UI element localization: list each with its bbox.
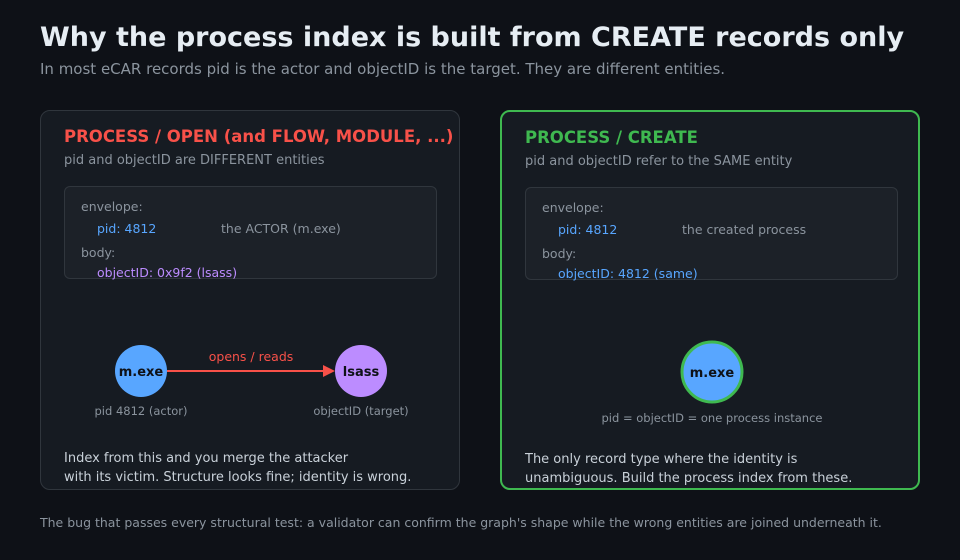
process-node-caption: pid = objectID = one process instance [602, 411, 823, 425]
create-foot-line-2: unambiguous. Build the process index fro… [525, 471, 853, 486]
object-id-value: objectID: 0x9f2 (lsass) [97, 265, 238, 280]
pid-value: pid: 4812 [558, 222, 618, 237]
create-record-code-box: envelope: pid: 4812 the created process … [525, 187, 898, 281]
create-identity-diagram: m.exe pid = objectID = one process insta… [602, 340, 823, 425]
create-record-panel: PROCESS / CREATE pid and objectID refer … [500, 110, 920, 490]
pid-value: pid: 4812 [97, 221, 157, 236]
actor-node-label: m.exe [119, 365, 164, 380]
edge-label: opens / reads [209, 349, 294, 364]
open-record-code-box: envelope: pid: 4812 the ACTOR (m.exe) bo… [64, 186, 437, 280]
page-footer-note: The bug that passes every structural tes… [40, 515, 882, 530]
pid-note: the ACTOR (m.exe) [221, 221, 341, 236]
pid-note: the created process [682, 222, 807, 237]
object-id-value: objectID: 4812 (same) [558, 266, 698, 281]
open-foot-line-1: Index from this and you merge the attack… [64, 451, 349, 466]
process-node-label: m.exe [690, 366, 735, 381]
page-subtitle: In most eCAR records pid is the actor an… [40, 60, 726, 78]
open-panel-footnote: Index from this and you merge the attack… [64, 449, 444, 487]
open-record-panel: PROCESS / OPEN (and FLOW, MODULE, ...) p… [40, 110, 460, 490]
create-foot-line-1: The only record type where the identity … [525, 452, 798, 467]
envelope-label: envelope: [542, 200, 604, 215]
body-label: body: [542, 246, 577, 261]
create-panel-title: PROCESS / CREATE [525, 128, 698, 147]
open-relationship-diagram: opens / reads m.exe lsass pid 4812 (acto… [95, 345, 409, 418]
create-panel-footnote: The only record type where the identity … [525, 450, 905, 488]
open-panel-title: PROCESS / OPEN (and FLOW, MODULE, ...) [64, 127, 454, 146]
target-node-label: lsass [343, 365, 380, 380]
open-foot-line-2: with its victim. Structure looks fine; i… [64, 470, 412, 485]
body-label: body: [81, 245, 116, 260]
open-panel-subtitle: pid and objectID are DIFFERENT entities [64, 153, 325, 168]
page-title: Why the process index is built from CREA… [40, 22, 905, 53]
target-caption: objectID (target) [313, 404, 408, 418]
actor-caption: pid 4812 (actor) [95, 404, 188, 418]
envelope-label: envelope: [81, 199, 143, 214]
create-panel-subtitle: pid and objectID refer to the SAME entit… [525, 154, 793, 169]
